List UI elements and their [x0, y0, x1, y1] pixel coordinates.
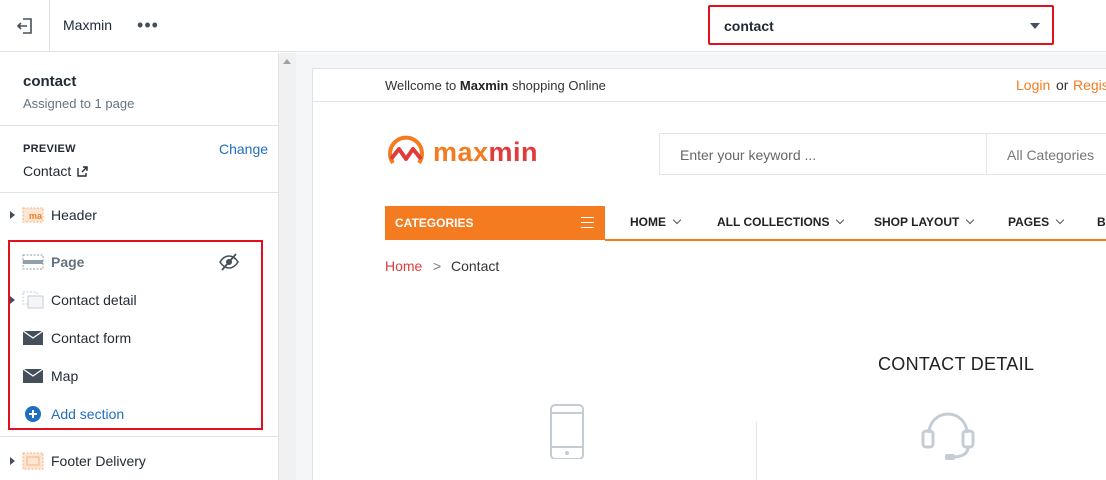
- phone-icon: [550, 404, 584, 459]
- caret-right-icon: [10, 457, 15, 465]
- section-label: Map: [51, 368, 79, 384]
- chevron-down-icon: [1055, 215, 1065, 225]
- maxmin-logo-icon: [388, 135, 424, 165]
- chevron-down-icon: [966, 215, 975, 225]
- sidebar-scrollbar[interactable]: [279, 53, 296, 480]
- preview-label: PREVIEW: [23, 143, 76, 155]
- nav-label: PAGES: [1008, 215, 1050, 229]
- add-section-button[interactable]: Add section: [0, 399, 279, 429]
- nav-underline: [605, 239, 1106, 241]
- plus-circle-icon: [22, 405, 44, 423]
- divider: [0, 436, 279, 437]
- categories-button[interactable]: CATEGORIES: [385, 206, 605, 240]
- theme-name: Maxmin: [63, 17, 113, 33]
- chevron-down-icon: [836, 215, 845, 225]
- eye-off-icon[interactable]: [219, 253, 239, 271]
- nav-all-collections[interactable]: ALL COLLECTIONS: [717, 215, 845, 229]
- register-link[interactable]: Regis: [1073, 77, 1106, 93]
- section-footer-delivery[interactable]: Footer Delivery: [0, 446, 279, 476]
- store-search[interactable]: Enter your keyword ... All Categories: [659, 133, 1106, 175]
- template-assignment: Assigned to 1 page: [23, 96, 135, 111]
- nav-label: SHOP LAYOUT: [874, 215, 960, 229]
- svg-text:ma: ma: [29, 211, 43, 221]
- section-label: Page: [51, 254, 85, 270]
- divider: [756, 422, 757, 480]
- top-bar: Maxmin ••• contact: [0, 0, 1106, 52]
- exit-button[interactable]: [0, 0, 50, 52]
- menu-icon: [581, 217, 594, 228]
- change-preview-link[interactable]: Change: [219, 141, 268, 157]
- login-link[interactable]: Login: [1016, 77, 1050, 93]
- section-label: Footer Delivery: [51, 453, 146, 469]
- contact-detail-title: CONTACT DETAIL: [878, 354, 1035, 374]
- header-section-icon: ma: [22, 206, 44, 224]
- welcome-suffix: shopping Online: [511, 78, 606, 93]
- search-placeholder: Enter your keyword ...: [680, 147, 817, 163]
- more-actions-button[interactable]: •••: [137, 14, 159, 36]
- logo-text-max: max: [433, 136, 489, 167]
- template-select-value: contact: [724, 18, 774, 34]
- nav-shop-layout[interactable]: SHOP LAYOUT: [874, 215, 975, 229]
- section-map[interactable]: Map: [0, 361, 279, 391]
- section-header[interactable]: ma Header: [0, 200, 279, 230]
- scroll-up-icon[interactable]: [283, 59, 291, 64]
- chevron-down-icon: [1030, 23, 1040, 29]
- caret-right-icon: [10, 211, 15, 219]
- mail-icon: [22, 367, 44, 385]
- divider: [0, 192, 279, 193]
- welcome-text: Wellcome to Maxmin shopping Online: [385, 78, 606, 93]
- breadcrumb-current: Contact: [451, 258, 500, 274]
- section-label: Add section: [51, 406, 125, 422]
- sidebar: contact Assigned to 1 page PREVIEW Chang…: [0, 53, 279, 480]
- search-category-value: All Categories: [1007, 147, 1095, 163]
- chevron-down-icon: [672, 215, 682, 225]
- nav-blog[interactable]: BL: [1097, 215, 1106, 229]
- store-logo[interactable]: maxmin: [385, 133, 538, 171]
- template-title: contact: [23, 73, 77, 90]
- breadcrumb-separator: >: [433, 258, 442, 274]
- preview-page-link[interactable]: Contact: [23, 163, 88, 179]
- welcome-prefix: Wellcome to: [385, 78, 457, 93]
- divider: [313, 101, 1106, 102]
- nav-home[interactable]: HOME: [630, 215, 682, 229]
- nav-label: ALL COLLECTIONS: [717, 215, 830, 229]
- nav-label: BL: [1097, 215, 1106, 229]
- preview-page-label: Contact: [23, 163, 72, 179]
- section-contact-form[interactable]: Contact form: [0, 323, 279, 353]
- section-label: Contact form: [51, 330, 132, 346]
- or-text: or: [1056, 77, 1069, 93]
- section-label: Header: [51, 207, 97, 223]
- headset-icon: [921, 412, 975, 460]
- nav-pages[interactable]: PAGES: [1008, 215, 1065, 229]
- footer-section-icon: [22, 452, 44, 470]
- contact-detail-section-icon: [22, 291, 44, 309]
- section-contact-detail[interactable]: Contact detail: [0, 285, 279, 315]
- nav-label: HOME: [630, 215, 666, 229]
- mail-icon: [22, 329, 44, 347]
- welcome-brand: Maxmin: [459, 78, 509, 93]
- store-preview: Wellcome to Maxmin shopping Online Login…: [312, 68, 1106, 480]
- section-label: Contact detail: [51, 292, 137, 308]
- categories-label: CATEGORIES: [395, 216, 474, 230]
- divider: [0, 125, 279, 126]
- external-link-icon: [77, 165, 88, 177]
- page-section-icon: [22, 253, 44, 271]
- exit-icon: [16, 18, 32, 34]
- search-category-select[interactable]: All Categories: [986, 134, 1106, 174]
- logo-text-min: min: [488, 136, 539, 167]
- template-select[interactable]: contact: [708, 5, 1054, 45]
- breadcrumb-home[interactable]: Home: [385, 258, 422, 274]
- caret-right-icon: [10, 296, 15, 304]
